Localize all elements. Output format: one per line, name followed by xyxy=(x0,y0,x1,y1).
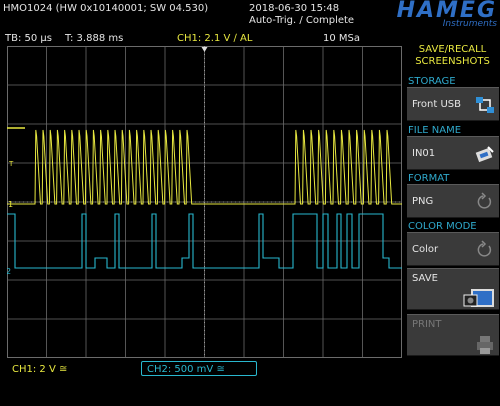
filename-button[interactable]: IN01 xyxy=(407,136,499,170)
save-button[interactable]: SAVE xyxy=(407,268,499,310)
format-value: PNG xyxy=(412,196,434,207)
menu-title-line2: SCREENSHOTS xyxy=(415,56,490,67)
storage-value: Front USB xyxy=(412,99,461,110)
rotate-select-icon xyxy=(477,192,492,209)
sample-rate: 10 MSa xyxy=(323,33,361,44)
storage-label: STORAGE xyxy=(408,76,456,87)
colormode-label: COLOR MODE xyxy=(408,221,477,232)
ch2-scale[interactable]: CH2: 500 mV ≅ xyxy=(141,361,257,376)
trigger-position-marker xyxy=(201,47,208,52)
storage-button[interactable]: Front USB xyxy=(407,87,499,121)
ch1-trigger-info[interactable]: CH1: 2.1 V ∕ AL xyxy=(177,33,252,45)
filename-value: IN01 xyxy=(412,148,436,159)
screenshot-camera-icon xyxy=(463,289,494,307)
acquisition-mode: Auto-Trig. / Complete xyxy=(249,15,355,26)
datetime: 2018-06-30 15:48 xyxy=(249,3,340,14)
format-label: FORMAT xyxy=(408,173,450,184)
save-label: SAVE xyxy=(412,273,438,284)
colormode-value: Color xyxy=(412,244,439,255)
status-bar: TB: 50 µs T: 3.888 ms CH1: 2.1 V ∕ AL 10… xyxy=(3,33,401,45)
softkey-menu: SAVE/RECALL SCREENSHOTS STORAGE Front US… xyxy=(405,43,500,363)
print-label: PRINT xyxy=(412,319,442,330)
printer-icon xyxy=(477,336,493,354)
ch1-ground-marker: 1 xyxy=(8,200,13,209)
format-button[interactable]: PNG xyxy=(407,184,499,218)
ch2-ground-marker: 2 xyxy=(7,267,11,276)
timebase[interactable]: TB: 50 µs xyxy=(5,33,52,45)
menu-title-line1: SAVE/RECALL xyxy=(418,44,487,55)
rotate-select-icon xyxy=(477,240,492,257)
print-button[interactable]: PRINT xyxy=(407,314,499,356)
filename-label: FILE NAME xyxy=(408,125,462,136)
logo-main: HAMEG xyxy=(396,0,497,23)
ch1-scale[interactable]: CH1: 2 V ≅ xyxy=(12,364,67,375)
trigger-level-marker: T xyxy=(8,160,14,168)
header-status: 2018-06-30 15:48 Auto-Trig. / Complete xyxy=(249,3,354,27)
scope-display[interactable]: 1 2 T xyxy=(7,46,402,358)
usb-icon xyxy=(476,97,494,113)
colormode-button[interactable]: Color xyxy=(407,232,499,266)
trigger-time[interactable]: T: 3.888 ms xyxy=(65,33,123,45)
hameg-logo: HAMEG Instruments xyxy=(367,0,497,29)
graticule xyxy=(7,46,402,358)
menu-title: SAVE/RECALL SCREENSHOTS xyxy=(405,44,500,68)
device-info: HMO1024 (HW 0x10140001; SW 04.530) xyxy=(3,3,209,14)
edit-keyboard-icon xyxy=(475,146,494,163)
